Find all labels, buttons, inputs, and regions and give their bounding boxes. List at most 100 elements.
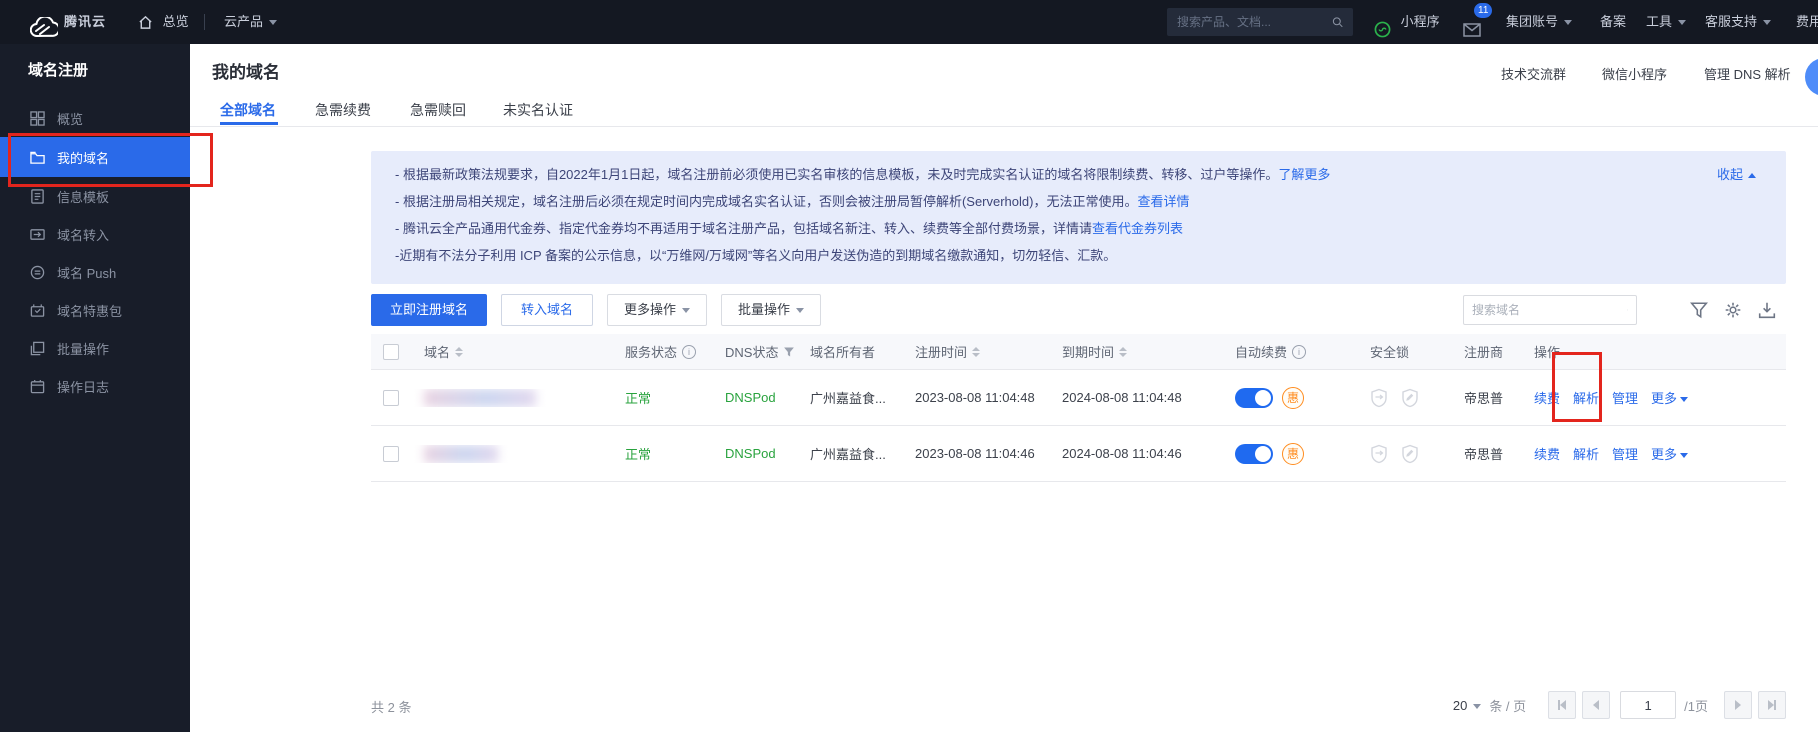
nav-support[interactable]: 客服支持 <box>1705 0 1771 44</box>
sidebar-item-batch-operations[interactable]: 批量操作 <box>0 329 190 367</box>
sidebar-item-domain-push[interactable]: 域名 Push <box>0 253 190 291</box>
nav-billing[interactable]: 费用 <box>1796 0 1818 44</box>
tencent-cloud-console: { "topbar": { "brand": "腾讯云", "nav_overv… <box>0 0 1818 732</box>
nav-icp-filing[interactable]: 备案 <box>1600 0 1626 44</box>
tencent-cloud-logo[interactable] <box>30 0 58 44</box>
sidebar-title: 域名注册 <box>28 59 88 80</box>
promo-badge[interactable]: 惠 <box>1282 443 1304 465</box>
message-count-badge: 11 <box>1474 3 1492 18</box>
nav-cloud-products[interactable]: 云产品 <box>224 0 277 44</box>
gear-icon[interactable] <box>1724 301 1742 319</box>
sidebar: 域名注册 概览 我的域名 信息模板 域名转入 域名 Push 域名特惠包 批量操… <box>0 44 190 732</box>
auto-renew-toggle[interactable] <box>1235 444 1273 464</box>
info-icon[interactable] <box>1292 345 1306 359</box>
registration-time: 2023-08-08 11:04:46 <box>915 446 1035 461</box>
topbar-search-input[interactable] <box>1177 15 1332 29</box>
col-service-status: 服务状态 <box>625 342 677 361</box>
register-domain-button[interactable]: 立即注册域名 <box>371 294 487 326</box>
search-icon <box>1627 303 1628 317</box>
page-size-select[interactable]: 20 <box>1453 698 1481 713</box>
domain-search-input[interactable] <box>1472 303 1627 317</box>
chevron-down-icon <box>1680 397 1688 402</box>
sort-icon[interactable] <box>1119 347 1127 357</box>
sidebar-item-info-templates[interactable]: 信息模板 <box>0 177 190 215</box>
row-checkbox[interactable] <box>383 390 399 406</box>
sidebar-item-overview[interactable]: 概览 <box>0 99 190 137</box>
topbar-search[interactable] <box>1167 8 1353 36</box>
calendar-log-icon <box>30 379 45 394</box>
link-wechat-mini-program[interactable]: 微信小程序 <box>1602 64 1667 83</box>
next-page-button[interactable] <box>1724 691 1752 719</box>
tab-renew-urgent[interactable]: 急需续费 <box>315 100 371 120</box>
tab-all-domains[interactable]: 全部域名 <box>220 100 276 120</box>
transfer-domain-button[interactable]: 转入域名 <box>501 294 593 326</box>
more-actions-link[interactable]: 更多 <box>1651 444 1688 463</box>
sidebar-menu: 概览 我的域名 信息模板 域名转入 域名 Push 域名特惠包 批量操作 操作 <box>0 99 190 405</box>
transfer-lock-icon[interactable] <box>1370 388 1388 408</box>
voucher-list-link[interactable]: 查看代金券列表 <box>1092 221 1183 236</box>
sidebar-item-my-domains[interactable]: 我的域名 <box>0 137 190 177</box>
first-page-button[interactable] <box>1548 691 1576 719</box>
last-page-button[interactable] <box>1758 691 1786 719</box>
more-operations-button[interactable]: 更多操作 <box>607 294 707 326</box>
table-row: 正常 DNSPod 广州嘉益食... 2023-08-08 11:04:48 2… <box>371 370 1786 426</box>
tab-redeem-urgent[interactable]: 急需赎回 <box>410 100 466 120</box>
floating-help-button[interactable] <box>1805 58 1818 96</box>
sort-icon[interactable] <box>455 347 463 357</box>
resolve-dns-link[interactable]: 解析 <box>1573 444 1599 463</box>
nav-tools[interactable]: 工具 <box>1646 0 1686 44</box>
batch-operations-button[interactable]: 批量操作 <box>721 294 821 326</box>
collapse-notice-link[interactable]: 收起 <box>1717 164 1756 183</box>
chevron-down-icon <box>1763 20 1771 25</box>
renew-link[interactable]: 续费 <box>1534 388 1560 407</box>
download-icon[interactable] <box>1758 301 1776 319</box>
col-domain: 域名 <box>424 342 450 361</box>
auto-renew-toggle[interactable] <box>1235 388 1273 408</box>
transfer-lock-icon[interactable] <box>1370 444 1388 464</box>
notice-line: -近期有不法分子利用 ICP 备案的公示信息，以“万维网/万域网”等名义向用户发… <box>395 242 1762 269</box>
notice-line: - 腾讯云全产品通用代金券、指定代金券均不再适用于域名注册产品，包括域名新注、转… <box>395 215 1762 242</box>
promo-badge[interactable]: 惠 <box>1282 387 1304 409</box>
row-checkbox[interactable] <box>383 446 399 462</box>
view-details-link[interactable]: 查看详情 <box>1137 194 1189 209</box>
manage-link[interactable]: 管理 <box>1612 444 1638 463</box>
link-manage-dns[interactable]: 管理 DNS 解析 <box>1704 64 1791 83</box>
sidebar-item-domain-transfer-in[interactable]: 域名转入 <box>0 215 190 253</box>
col-expire-time: 到期时间 <box>1062 342 1114 361</box>
sidebar-item-domain-packages[interactable]: 域名特惠包 <box>0 291 190 329</box>
registration-time: 2023-08-08 11:04:48 <box>915 390 1035 405</box>
domain-search-box[interactable] <box>1463 295 1637 325</box>
renew-link[interactable]: 续费 <box>1534 444 1560 463</box>
nav-group-account[interactable]: 集团账号 <box>1506 0 1572 44</box>
learn-more-link[interactable]: 了解更多 <box>1278 167 1330 182</box>
select-all-checkbox[interactable] <box>383 344 399 360</box>
col-registrar: 注册商 <box>1464 342 1503 361</box>
notice-banner: - 根据最新政策法规要求，自2022年1月1日起，域名注册前必须使用已实名审核的… <box>371 151 1786 284</box>
link-tech-group[interactable]: 技术交流群 <box>1501 64 1566 83</box>
sort-icon[interactable] <box>972 347 980 357</box>
document-icon <box>30 189 45 204</box>
brand-name[interactable]: 腾讯云 <box>64 0 106 44</box>
filter-icon[interactable] <box>1690 301 1708 319</box>
chevron-down-icon <box>1564 20 1572 25</box>
manage-link[interactable]: 管理 <box>1612 388 1638 407</box>
current-page-input[interactable] <box>1620 691 1676 719</box>
nav-mini-program[interactable]: 小程序 <box>1374 0 1440 44</box>
update-lock-icon[interactable] <box>1401 388 1419 408</box>
previous-page-button[interactable] <box>1582 691 1610 719</box>
grid-icon <box>30 111 45 126</box>
tabs-divider <box>190 126 1818 127</box>
resolve-dns-link[interactable]: 解析 <box>1573 388 1599 407</box>
tab-not-verified[interactable]: 未实名认证 <box>503 100 573 120</box>
info-icon[interactable] <box>682 345 696 359</box>
table-row: 正常 DNSPod 广州嘉益食... 2023-08-08 11:04:46 2… <box>371 426 1786 482</box>
topbar: 腾讯云 总览 云产品 小程序 11 集团账号 备案 工具 客服支持 费用 <box>0 0 1818 44</box>
more-actions-link[interactable]: 更多 <box>1651 388 1688 407</box>
domain-owner: 广州嘉益食... <box>810 444 886 463</box>
filter-funnel-icon[interactable] <box>783 346 795 358</box>
update-lock-icon[interactable] <box>1401 444 1419 464</box>
dns-status: DNSPod <box>725 446 776 461</box>
sidebar-item-operation-logs[interactable]: 操作日志 <box>0 367 190 405</box>
nav-overview[interactable]: 总览 <box>138 0 189 44</box>
search-icon <box>1332 15 1343 29</box>
